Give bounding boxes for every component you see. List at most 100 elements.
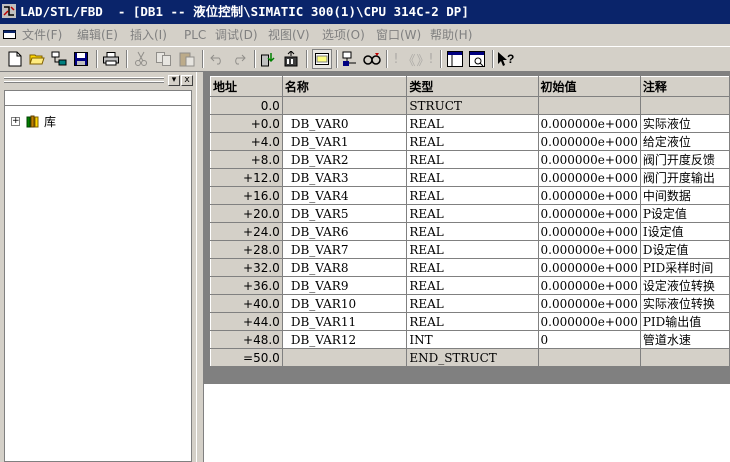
cell-comment[interactable]: 管道水速 [639, 330, 730, 349]
cell-address[interactable]: +32.0 [210, 258, 283, 277]
window-split-button[interactable] [446, 50, 464, 68]
cut-button[interactable] [132, 50, 150, 68]
cell-initial-value[interactable]: 0.000000e+000 [537, 258, 641, 277]
cell-type[interactable]: REAL [406, 276, 539, 295]
cell-comment[interactable]: I设定值 [639, 222, 730, 241]
cell-name[interactable]: DB_VAR9 [281, 276, 408, 295]
cell-name[interactable]: DB_VAR1 [281, 132, 408, 151]
overview-button[interactable] [312, 49, 332, 69]
menu-options[interactable]: 选项(O) [322, 24, 365, 46]
redo-button[interactable] [230, 50, 248, 68]
cell-name[interactable]: DB_VAR7 [281, 240, 408, 259]
panel-grip[interactable] [4, 77, 164, 79]
cell-type[interactable]: REAL [406, 294, 539, 313]
cell-comment[interactable]: 阀门开度反馈 [639, 150, 730, 169]
cell-initial-value[interactable]: 0.000000e+000 [537, 168, 641, 187]
help-button[interactable]: ? [497, 50, 515, 68]
cell-type[interactable]: REAL [406, 222, 539, 241]
table-row[interactable]: +12.0 DB_VAR3 REAL 0.000000e+000 阀门开度输出 [210, 168, 730, 187]
table-row[interactable]: =50.0 END_STRUCT [210, 348, 730, 367]
step7-app-icon[interactable] [2, 4, 16, 18]
cell-initial-value[interactable]: 0.000000e+000 [537, 312, 641, 331]
table-row[interactable]: +32.0 DB_VAR8 REAL 0.000000e+000 PID采样时间 [210, 258, 730, 277]
cell-comment[interactable] [639, 96, 730, 115]
cell-initial-value[interactable]: 0.000000e+000 [537, 186, 641, 205]
monitor-button[interactable] [363, 50, 381, 68]
menu-debug[interactable]: 调试(D) [215, 24, 258, 46]
cell-address[interactable]: 0.0 [210, 96, 283, 115]
cell-comment[interactable]: D设定值 [639, 240, 730, 259]
cell-type[interactable]: STRUCT [406, 96, 539, 115]
table-row[interactable]: +0.0 DB_VAR0 REAL 0.000000e+000 实际液位 [210, 114, 730, 133]
cell-initial-value[interactable]: 0.000000e+000 [537, 276, 641, 295]
cell-type[interactable]: INT [406, 330, 539, 349]
new-file-button[interactable] [6, 50, 24, 68]
cell-initial-value[interactable]: 0.000000e+000 [537, 294, 641, 313]
tree-expand-icon[interactable]: + [11, 116, 20, 126]
cell-address[interactable]: +28.0 [210, 240, 283, 259]
menu-window[interactable]: 窗口(W) [376, 24, 421, 46]
cell-type[interactable]: REAL [406, 240, 539, 259]
cell-comment[interactable]: 设定液位转换 [639, 276, 730, 295]
cell-initial-value[interactable]: 0.000000e+000 [537, 204, 641, 223]
cell-name[interactable]: DB_VAR11 [281, 312, 408, 331]
cell-name[interactable]: DB_VAR8 [281, 258, 408, 277]
cell-address[interactable]: +4.0 [210, 132, 283, 151]
cell-name[interactable]: DB_VAR3 [281, 168, 408, 187]
col-header-comment[interactable]: 注释 [639, 76, 730, 97]
table-row[interactable]: +16.0 DB_VAR4 REAL 0.000000e+000 中间数据 [210, 186, 730, 205]
cell-comment[interactable]: PID输出值 [639, 312, 730, 331]
table-row[interactable]: +28.0 DB_VAR7 REAL 0.000000e+000 D设定值 [210, 240, 730, 259]
col-header-initial-value[interactable]: 初始值 [537, 76, 641, 97]
cell-type[interactable]: REAL [406, 258, 539, 277]
copy-button[interactable] [155, 50, 173, 68]
download-button[interactable] [260, 50, 278, 68]
table-row[interactable]: +24.0 DB_VAR6 REAL 0.000000e+000 I设定值 [210, 222, 730, 241]
cell-comment[interactable]: 中间数据 [639, 186, 730, 205]
menu-edit[interactable]: 编辑(E) [77, 24, 118, 46]
cell-name[interactable]: DB_VAR5 [281, 204, 408, 223]
cell-address[interactable]: =50.0 [210, 348, 283, 367]
document-control-icon[interactable] [3, 29, 16, 40]
table-row[interactable]: +36.0 DB_VAR9 REAL 0.000000e+000 设定液位转换 [210, 276, 730, 295]
undo-button[interactable] [208, 50, 226, 68]
cell-initial-value[interactable] [537, 348, 641, 367]
cell-address[interactable]: +8.0 [210, 150, 283, 169]
cell-name[interactable]: DB_VAR4 [281, 186, 408, 205]
upload-button[interactable] [282, 50, 300, 68]
menu-insert[interactable]: 插入(I) [130, 24, 167, 46]
cell-initial-value[interactable]: 0.000000e+000 [537, 132, 641, 151]
cell-address[interactable]: +16.0 [210, 186, 283, 205]
cell-comment[interactable]: 给定液位 [639, 132, 730, 151]
cell-comment[interactable]: 阀门开度输出 [639, 168, 730, 187]
cell-comment[interactable]: 实际液位转换 [639, 294, 730, 313]
paste-button[interactable] [178, 50, 196, 68]
tree-node-library[interactable]: + 库 [11, 113, 56, 129]
cell-type[interactable]: REAL [406, 114, 539, 133]
save-button[interactable] [72, 50, 90, 68]
panel-splitter[interactable] [196, 72, 204, 462]
cell-address[interactable]: +0.0 [210, 114, 283, 133]
panel-menu-button[interactable]: ▾ [168, 75, 180, 86]
cell-type[interactable]: REAL [406, 150, 539, 169]
open-button[interactable] [28, 50, 46, 68]
table-row[interactable]: +20.0 DB_VAR5 REAL 0.000000e+000 P设定值 [210, 204, 730, 223]
cell-name[interactable]: DB_VAR6 [281, 222, 408, 241]
table-row[interactable]: +4.0 DB_VAR1 REAL 0.000000e+000 给定液位 [210, 132, 730, 151]
panel-close-button[interactable]: x [181, 75, 193, 86]
col-header-name[interactable]: 名称 [281, 76, 408, 97]
network-button[interactable] [341, 50, 359, 68]
table-row[interactable]: +44.0 DB_VAR11 REAL 0.000000e+000 PID输出值 [210, 312, 730, 331]
cell-name[interactable] [281, 348, 408, 367]
table-row[interactable]: +40.0 DB_VAR10 REAL 0.000000e+000 实际液位转换 [210, 294, 730, 313]
table-row[interactable]: +8.0 DB_VAR2 REAL 0.000000e+000 阀门开度反馈 [210, 150, 730, 169]
cell-address[interactable]: +12.0 [210, 168, 283, 187]
table-row[interactable]: +48.0 DB_VAR12 INT 0 管道水速 [210, 330, 730, 349]
cell-initial-value[interactable]: 0.000000e+000 [537, 150, 641, 169]
cell-address[interactable]: +24.0 [210, 222, 283, 241]
menu-plc[interactable]: PLC [184, 24, 206, 46]
cell-address[interactable]: +36.0 [210, 276, 283, 295]
cell-type[interactable]: END_STRUCT [406, 348, 539, 367]
menu-view[interactable]: 视图(V) [268, 24, 310, 46]
cell-address[interactable]: +40.0 [210, 294, 283, 313]
